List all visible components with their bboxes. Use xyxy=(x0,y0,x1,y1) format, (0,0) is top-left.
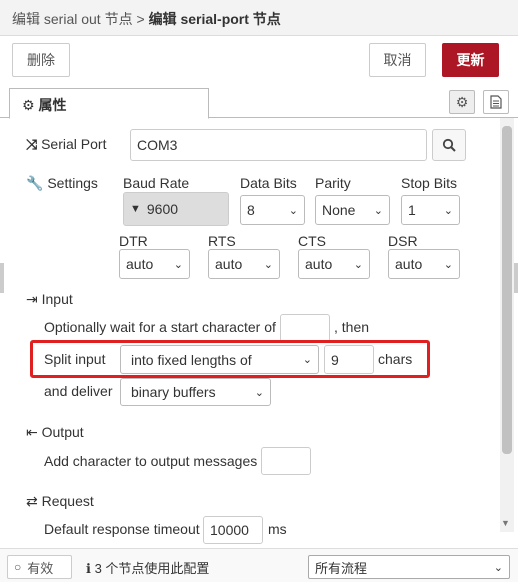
right-resize-handle[interactable] xyxy=(514,263,518,293)
scroll-down-arrow-icon[interactable]: ▼ xyxy=(501,518,510,528)
dialog-toolbar: 删除 取消 更新 xyxy=(0,36,518,86)
parity-label: Parity xyxy=(315,175,351,191)
split-count-input[interactable]: 9 xyxy=(324,345,374,374)
split-mode-value: into fixed lengths of xyxy=(131,351,252,368)
request-section-label: Request xyxy=(41,493,94,509)
sign-out-icon: ⇤ xyxy=(26,424,38,440)
shuffle-icon: ⤨ xyxy=(26,136,38,152)
flow-scope-value: 所有流程 xyxy=(315,560,368,576)
dsr-value: auto xyxy=(395,256,423,272)
chevron-down-icon: ⌄ xyxy=(302,354,312,366)
sign-in-icon: ⇥ xyxy=(26,291,38,307)
chevron-down-icon: ⌄ xyxy=(173,258,183,271)
usage-text: 3 个节点使用此配置 xyxy=(94,561,210,576)
start-char-input[interactable] xyxy=(280,314,330,342)
info-circle-icon: ℹ xyxy=(86,561,91,576)
cts-value: auto xyxy=(305,256,333,272)
split-input-label: Split input xyxy=(44,351,106,367)
enabled-label: 有效 xyxy=(27,560,54,576)
stop-bits-label: Stop Bits xyxy=(401,175,458,191)
cts-label: CTS xyxy=(298,233,326,249)
rts-label: RTS xyxy=(208,233,236,249)
serial-port-search-button[interactable] xyxy=(432,129,466,161)
breadcrumb-current: 编辑 serial-port 节点 xyxy=(148,11,281,27)
data-bits-value: 8 xyxy=(247,202,255,218)
chevron-down-icon: ⌄ xyxy=(493,561,503,574)
properties-panel: ⤨ Serial Port COM3 🔧 Settings Baud Rate … xyxy=(0,118,500,548)
search-icon xyxy=(442,138,456,152)
enabled-toggle-button[interactable]: ○ 有效 xyxy=(7,555,72,579)
input-section-label: Input xyxy=(41,291,73,307)
dtr-value: auto xyxy=(126,256,154,272)
serial-port-label: Serial Port xyxy=(41,136,107,152)
usage-info: ℹ 3 个节点使用此配置 xyxy=(86,558,209,577)
data-bits-label: Data Bits xyxy=(240,175,297,191)
rts-select[interactable]: auto ⌄ xyxy=(208,249,280,279)
scrollbar-thumb[interactable] xyxy=(502,126,512,454)
cts-select[interactable]: auto ⌄ xyxy=(298,249,370,279)
update-button[interactable]: 更新 xyxy=(442,43,499,77)
dtr-select[interactable]: auto ⌄ xyxy=(119,249,190,279)
gear-icon: ⚙ xyxy=(22,97,35,113)
cancel-button[interactable]: 取消 xyxy=(369,43,426,77)
breadcrumb: 编辑 serial out 节点 > 编辑 serial-port 节点 xyxy=(0,0,518,36)
dialog-footer: ○ 有效 ℹ 3 个节点使用此配置 所有流程 ⌄ xyxy=(0,548,518,582)
exchange-icon: ⇄ xyxy=(26,493,38,509)
tab-bar: ⚙ 属性 ⚙ xyxy=(0,86,518,119)
tab-properties-label: 属性 xyxy=(38,97,67,113)
caret-down-icon: ▼ xyxy=(130,203,141,215)
breadcrumb-separator: > xyxy=(136,11,145,27)
serial-port-input[interactable]: COM3 xyxy=(130,129,427,161)
timeout-input[interactable]: 10000 xyxy=(203,516,263,544)
split-mode-select[interactable]: into fixed lengths of ⌄ xyxy=(120,345,319,374)
file-text-icon xyxy=(490,95,502,109)
chevron-down-icon: ⌄ xyxy=(263,258,273,271)
circle-icon: ○ xyxy=(14,560,22,574)
add-char-text: Add character to output messages xyxy=(44,453,258,469)
rts-value: auto xyxy=(215,256,243,272)
serial-port-label-group: ⤨ Serial Port xyxy=(26,136,106,153)
parity-select[interactable]: None ⌄ xyxy=(315,195,390,225)
parity-value: None xyxy=(322,202,356,218)
delete-button[interactable]: 删除 xyxy=(12,43,70,77)
then-text: , then xyxy=(334,319,370,335)
chevron-down-icon: ⌄ xyxy=(443,258,453,271)
gear-icon: ⚙ xyxy=(455,93,469,110)
breadcrumb-parent[interactable]: 编辑 serial out 节点 xyxy=(12,11,133,27)
chevron-down-icon: ⌄ xyxy=(288,204,298,217)
chevron-down-icon: ⌄ xyxy=(373,204,383,217)
deliver-select[interactable]: binary buffers ⌄ xyxy=(120,378,271,406)
dtr-label: DTR xyxy=(119,233,148,249)
deliver-label: and deliver xyxy=(44,383,113,399)
timeout-text: Default response timeout xyxy=(44,521,200,537)
tab-properties[interactable]: ⚙ 属性 xyxy=(9,88,209,119)
chevron-down-icon: ⌄ xyxy=(443,204,453,217)
data-bits-select[interactable]: 8 ⌄ xyxy=(240,195,305,225)
description-tab-button[interactable] xyxy=(483,90,509,114)
deliver-value: binary buffers xyxy=(131,384,216,400)
timeout-unit: ms xyxy=(268,521,287,537)
chevron-down-icon: ⌄ xyxy=(353,258,363,271)
flow-scope-select[interactable]: 所有流程 ⌄ xyxy=(308,555,510,579)
wrench-icon: 🔧 xyxy=(26,175,44,191)
wait-start-char-text: Optionally wait for a start character of xyxy=(44,319,276,335)
baud-rate-label: Baud Rate xyxy=(123,175,190,191)
stop-bits-select[interactable]: 1 ⌄ xyxy=(401,195,460,225)
chars-text: chars xyxy=(378,351,413,367)
chevron-down-icon: ⌄ xyxy=(254,386,264,399)
input-section-header: ⇥ Input xyxy=(26,291,73,308)
request-section-header: ⇄ Request xyxy=(26,493,94,510)
output-section-label: Output xyxy=(41,424,84,440)
stop-bits-value: 1 xyxy=(408,202,416,218)
baud-rate-combobox[interactable]: ▼ 9600 xyxy=(123,192,229,226)
settings-label-group: 🔧 Settings xyxy=(26,175,98,192)
settings-tab-button[interactable]: ⚙ xyxy=(449,90,475,114)
baud-rate-value: 9600 xyxy=(146,201,179,217)
left-resize-handle[interactable] xyxy=(0,263,4,293)
output-section-header: ⇤ Output xyxy=(26,424,84,441)
dsr-label: DSR xyxy=(388,233,418,249)
add-char-input[interactable] xyxy=(261,447,311,475)
dsr-select[interactable]: auto ⌄ xyxy=(388,249,460,279)
settings-label: Settings xyxy=(47,175,98,191)
